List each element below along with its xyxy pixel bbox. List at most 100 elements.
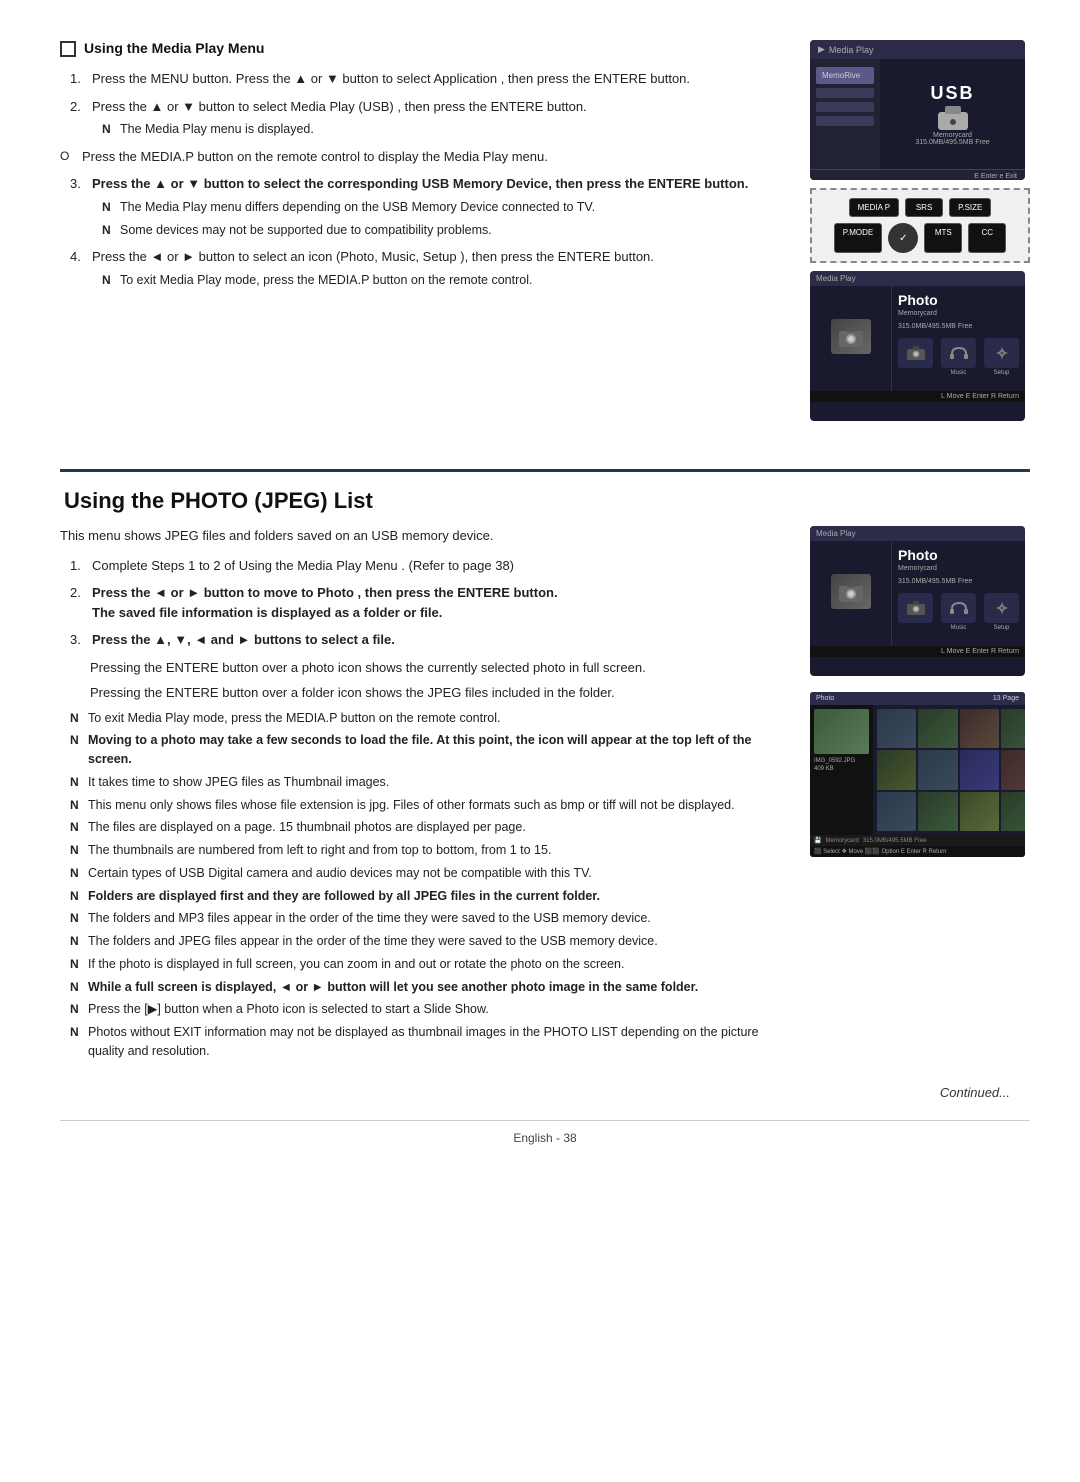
circle-item-text: Press the MEDIA.P button on the remote c… [82, 149, 548, 164]
gear-icon-svg-2 [992, 600, 1012, 616]
buttons-row-1: MEDIA P SRS P.SIZE [820, 198, 1020, 217]
note-6: The thumbnails are numbered from left to… [70, 841, 780, 860]
pls-header-title: Photo [816, 695, 834, 702]
note-7: Certain types of USB Digital camera and … [70, 864, 780, 883]
usb-label: USB [930, 83, 974, 104]
headphones-icon [941, 338, 976, 368]
section2-numbered-list: Complete Steps 1 to 2 of Using the Media… [60, 556, 780, 650]
icon-camera-small [898, 338, 933, 376]
screen3b-footer-text: L Move E Enter R Return [941, 648, 1019, 655]
screen3-photo-title: Photo [898, 292, 1019, 308]
step-3-notes: The Media Play menu differs depending on… [92, 198, 780, 240]
pls-left: IMG_0592.JPG 409 KB [810, 705, 873, 835]
s2-step-2-bold-note: The saved file information is displayed … [92, 605, 442, 620]
pls-thumb-8 [960, 750, 999, 789]
btn-circle-label: ✓ [899, 233, 907, 244]
usb-icon [933, 104, 973, 132]
pls-memory-bar: 💾 Memorycard 315.0MB/495.5MB Free [810, 835, 1025, 846]
screen3-header: Media Play [810, 271, 1025, 286]
gear-icon [984, 338, 1019, 368]
photo-icons-row-2: Music Setup [898, 593, 1019, 631]
screen3-memory-text: Memorycard [898, 310, 1019, 317]
screen3b-photo-icon [831, 574, 871, 609]
pls-thumb-13 [960, 792, 999, 831]
note-2: Moving to a photo may take a few seconds… [70, 731, 780, 769]
btn-psize: P.SIZE [949, 198, 991, 217]
headphones-icon-svg-2 [949, 600, 969, 616]
tv-screen-photo-2: Media Play Ph [810, 526, 1025, 676]
pls-thumb-14 [1001, 792, 1025, 831]
note-10: The folders and JPEG files appear in the… [70, 932, 780, 951]
pls-filename: IMG_0592.JPG [814, 757, 869, 765]
step-3-note-1: The Media Play menu differs depending on… [102, 198, 780, 217]
pls-thumb-1 [877, 709, 916, 748]
step-3-note-2: Some devices may not be supported due to… [102, 221, 780, 240]
screen3b-photo-section [810, 541, 892, 646]
screen3-right: Photo Memorycard 315.0MB/495.5MB Free [892, 286, 1025, 391]
step-1-text: Press the MENU button. Press the ▲ or ▼ … [92, 71, 690, 86]
step-4-note: To exit Media Play mode, press the MEDIA… [102, 271, 780, 290]
section-top: Using the Media Play Menu Press the MENU… [60, 40, 1030, 429]
screen3-header-label: Media Play [816, 274, 856, 283]
note-3: It takes time to show JPEG files as Thum… [70, 773, 780, 792]
screen3b-header-label: Media Play [816, 529, 856, 538]
note-14: Photos without EXIT information may not … [70, 1023, 780, 1061]
screen1-body: MemoRive USB Memorycard [810, 59, 1025, 169]
btn-srs: SRS [905, 198, 943, 217]
page-footer: English - 38 [60, 1120, 1030, 1145]
step-2-notes: The Media Play menu is displayed. [92, 120, 780, 139]
pls-thumb-11 [877, 792, 916, 831]
pls-thumb-3 [960, 709, 999, 748]
screen3-body: Photo Memorycard 315.0MB/495.5MB Free [810, 286, 1025, 391]
setup-label-2: Setup [984, 625, 1019, 631]
section-top-text: Using the Media Play Menu Press the MENU… [60, 40, 780, 429]
screen1-header: ▶ Media Play [810, 40, 1025, 59]
screen1-memory-text: Memorycard [933, 132, 972, 139]
btn-cc: CC [968, 223, 1006, 253]
s2-step-1: Complete Steps 1 to 2 of Using the Media… [70, 556, 780, 576]
checkbox-icon [60, 41, 76, 57]
screen3b-header: Media Play [810, 526, 1025, 541]
icon-camera-small-2 [898, 593, 933, 631]
step-3-text: Press the ▲ or ▼ button to select the co… [92, 176, 748, 191]
pls-memory-icon: 💾 [814, 837, 821, 844]
screen3-footer: L Move E Enter R Return [810, 391, 1025, 402]
note-5: The files are displayed on a page. 15 th… [70, 818, 780, 837]
music-label: Music [941, 370, 976, 376]
section-bottom-images: Media Play Ph [810, 526, 1030, 1065]
sidebar-item-2 [816, 88, 874, 98]
screen3b-memory-sub: 315.0MB/495.5MB Free [898, 578, 1019, 585]
s2-step-2-text: Press the ◄ or ► button to move to Photo… [92, 585, 558, 600]
s2-step-1-text: Complete Steps 1 to 2 of Using the Media… [92, 558, 514, 573]
note-11: If the photo is displayed in full screen… [70, 955, 780, 974]
pls-memory-sub: 315.0MB/495.5MB Free [863, 838, 927, 844]
pls-thumb-9 [1001, 750, 1025, 789]
screen1-footer: E Enter e Exit [810, 169, 1025, 180]
tv-screen-photo-menu: Media Play Ph [810, 271, 1025, 421]
screen3b-body: Photo Memorycard 315.0MB/495.5MB Free [810, 541, 1025, 646]
section-top-images: ▶ Media Play MemoRive USB [810, 40, 1030, 429]
sidebar-item-4 [816, 116, 874, 126]
indent-para-1: Pressing the ENTERE button over a photo … [60, 658, 780, 678]
screen3-footer-text: L Move E Enter R Return [941, 393, 1019, 400]
headphones-icon-svg [949, 345, 969, 361]
step-2: Press the ▲ or ▼ button to select Media … [70, 97, 780, 139]
camera-icon-small [906, 345, 926, 361]
screen3-memory-sub: 315.0MB/495.5MB Free [898, 323, 1019, 330]
btn-mts: MTS [924, 223, 962, 253]
section-bottom: This menu shows JPEG files and folders s… [60, 526, 1030, 1065]
s2-step-2: Press the ◄ or ► button to move to Photo… [70, 583, 780, 622]
section-divider [60, 469, 1030, 472]
pls-memory-label: Memorycard [825, 838, 858, 844]
note-12: While a full screen is displayed, ◄ or ►… [70, 978, 780, 997]
camera-icon-2 [837, 580, 865, 604]
screen1-sidebar: MemoRive [810, 59, 880, 169]
screen3b-memory-text: Memorycard [898, 565, 1019, 572]
section-bottom-text: This menu shows JPEG files and folders s… [60, 526, 780, 1065]
screen3b-right: Photo Memorycard 315.0MB/495.5MB Free [892, 541, 1025, 646]
step-1: Press the MENU button. Press the ▲ or ▼ … [70, 69, 780, 89]
step-2-text: Press the ▲ or ▼ button to select Media … [92, 99, 587, 114]
section1-heading: Using the Media Play Menu [84, 40, 264, 56]
pls-footer: ⬛ Select ❖ Move ⬛⬛ Option E Enter R Retu… [810, 846, 1025, 857]
checkbox-heading: Using the Media Play Menu [60, 40, 780, 57]
